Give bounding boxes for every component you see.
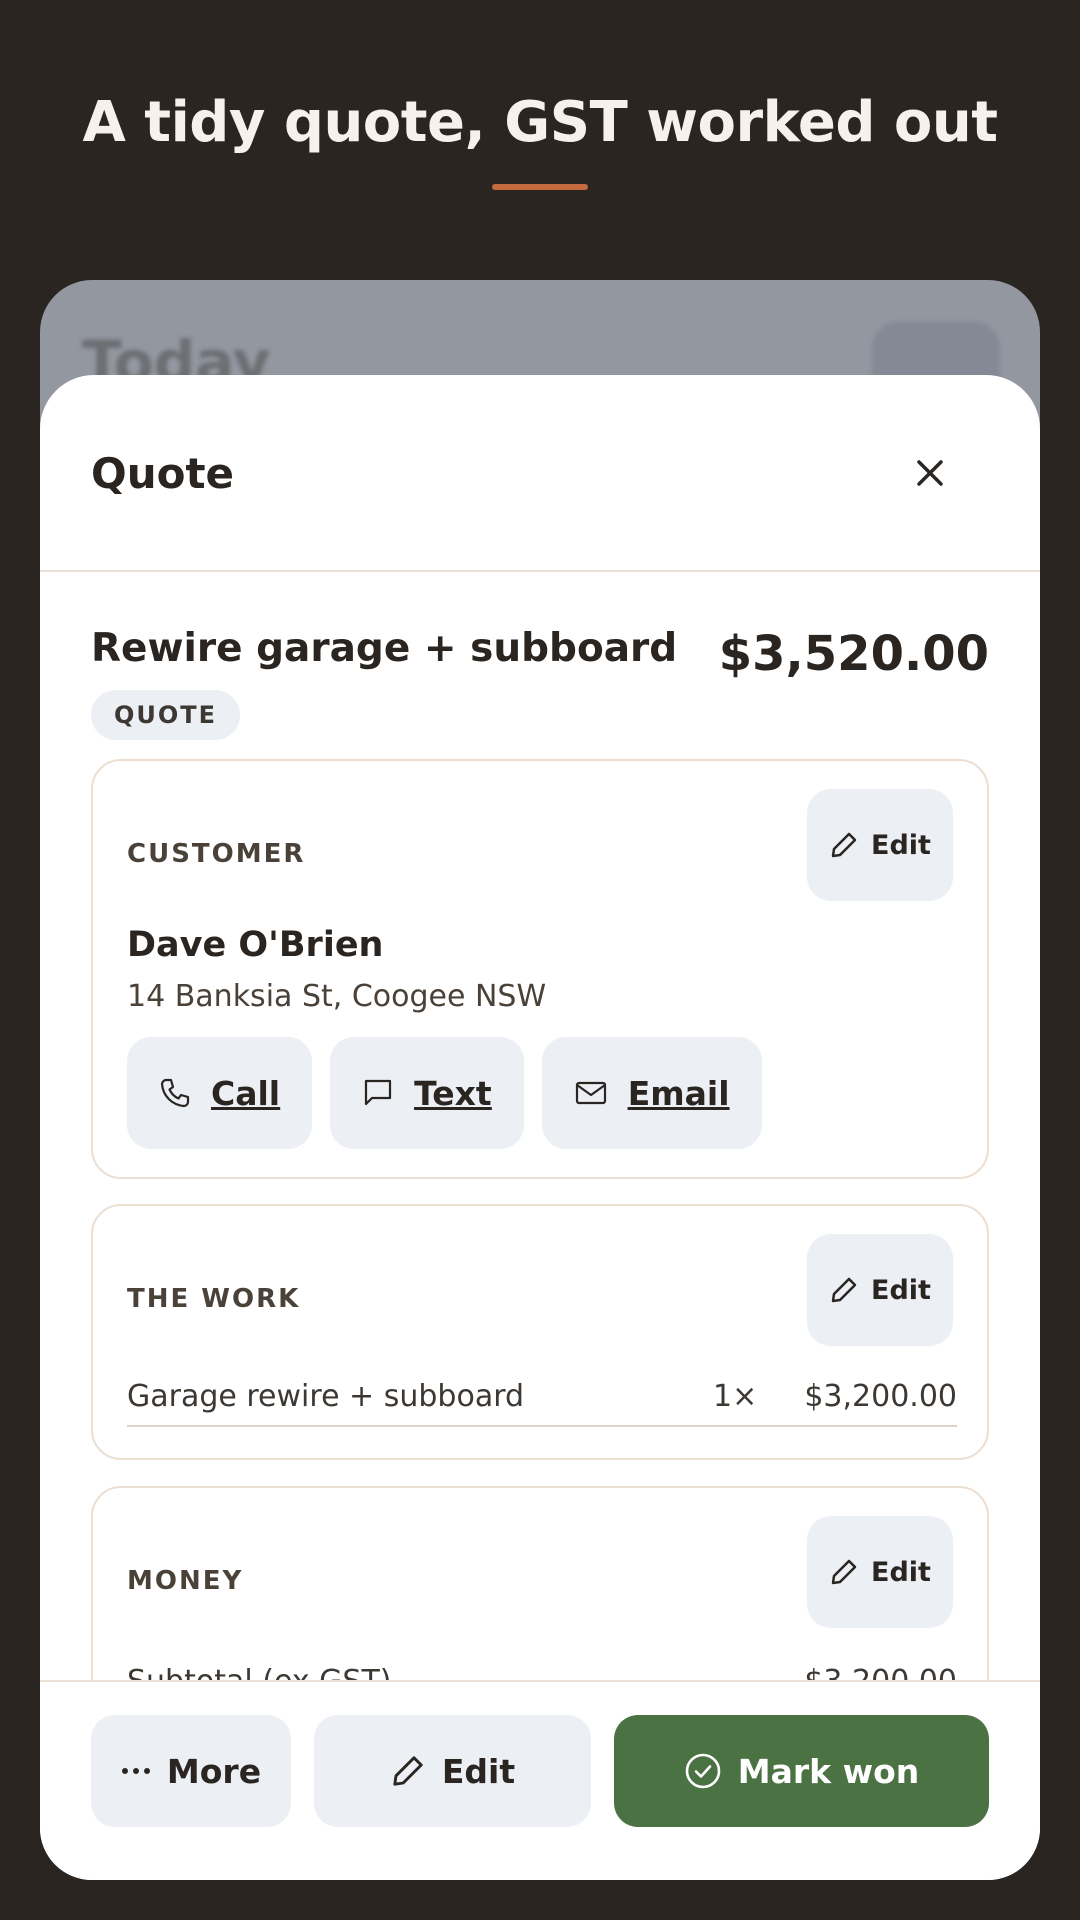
message-icon — [365, 1079, 392, 1106]
call-button[interactable]: Call — [127, 1037, 313, 1149]
pencil-icon — [393, 1756, 423, 1786]
more-button[interactable]: More — [91, 1715, 291, 1827]
sheet-title: Quote — [91, 449, 235, 498]
line-item-description: Garage rewire + subboard — [127, 1379, 525, 1414]
subtotal-value: $3,200.00 — [804, 1664, 957, 1680]
sheet-content[interactable]: Rewire garage + subboard $3,520.00 QUOTE… — [40, 574, 1040, 1680]
edit-quote-button[interactable]: Edit — [314, 1715, 591, 1827]
money-card: MONEY Edit Subtotal (ex GST) $3,200.00 — [91, 1486, 989, 1680]
call-label: Call — [211, 1073, 281, 1113]
email-label: Email — [627, 1073, 730, 1113]
action-footer: More Edit Mark won — [40, 1680, 1040, 1880]
close-button[interactable] — [902, 445, 958, 501]
customer-address: 14 Banksia St, Coogee NSW — [127, 979, 547, 1014]
line-item-price: $3,200.00 — [804, 1379, 957, 1414]
edit-work-button[interactable]: Edit — [807, 1234, 953, 1346]
close-icon — [917, 460, 943, 486]
phone-frame: Today Quote Rewire garage + subboard $3,… — [40, 280, 1040, 1880]
sheet-header: Quote — [40, 375, 1040, 572]
ellipsis-icon — [121, 1768, 150, 1774]
job-total: $3,520.00 — [718, 626, 989, 682]
work-section-label: THE WORK — [127, 1284, 301, 1314]
job-title: Rewire garage + subboard — [91, 626, 678, 671]
contact-actions: Call Text Email — [127, 1037, 762, 1149]
subtotal-label: Subtotal (ex GST) — [127, 1664, 391, 1680]
pencil-icon — [831, 1559, 857, 1585]
mark-won-label: Mark won — [737, 1751, 920, 1791]
mark-won-button[interactable]: Mark won — [614, 1715, 989, 1827]
subtotal-row: Subtotal (ex GST) $3,200.00 — [127, 1664, 957, 1680]
check-circle-icon — [685, 1753, 721, 1789]
text-button[interactable]: Text — [330, 1037, 524, 1149]
customer-section-label: CUSTOMER — [127, 839, 306, 869]
customer-card: CUSTOMER Edit Dave O'Brien 14 Banksia St… — [91, 759, 989, 1179]
headline: A tidy quote, GST worked out — [82, 90, 998, 155]
mail-icon — [575, 1081, 606, 1105]
line-item[interactable]: Garage rewire + subboard 1× $3,200.00 — [127, 1371, 957, 1427]
phone-icon — [160, 1078, 190, 1108]
headline-underline — [492, 184, 588, 190]
more-label: More — [166, 1751, 262, 1791]
edit-customer-label: Edit — [871, 829, 931, 861]
work-card: THE WORK Edit Garage rewire + subboard 1… — [91, 1204, 989, 1460]
edit-quote-label: Edit — [441, 1751, 516, 1791]
pencil-icon — [831, 1277, 857, 1303]
edit-work-label: Edit — [871, 1274, 931, 1306]
edit-money-button[interactable]: Edit — [807, 1516, 953, 1628]
email-button[interactable]: Email — [541, 1037, 762, 1149]
edit-customer-button[interactable]: Edit — [807, 789, 953, 901]
text-label: Text — [414, 1073, 492, 1113]
edit-money-label: Edit — [871, 1556, 931, 1588]
money-section-label: MONEY — [127, 1566, 244, 1596]
status-badge: QUOTE — [91, 690, 241, 740]
line-item-quantity: 1× — [713, 1379, 758, 1414]
quote-sheet: Quote Rewire garage + subboard $3,520.00… — [40, 375, 1040, 1880]
pencil-icon — [831, 832, 857, 858]
customer-name: Dave O'Brien — [127, 925, 384, 965]
